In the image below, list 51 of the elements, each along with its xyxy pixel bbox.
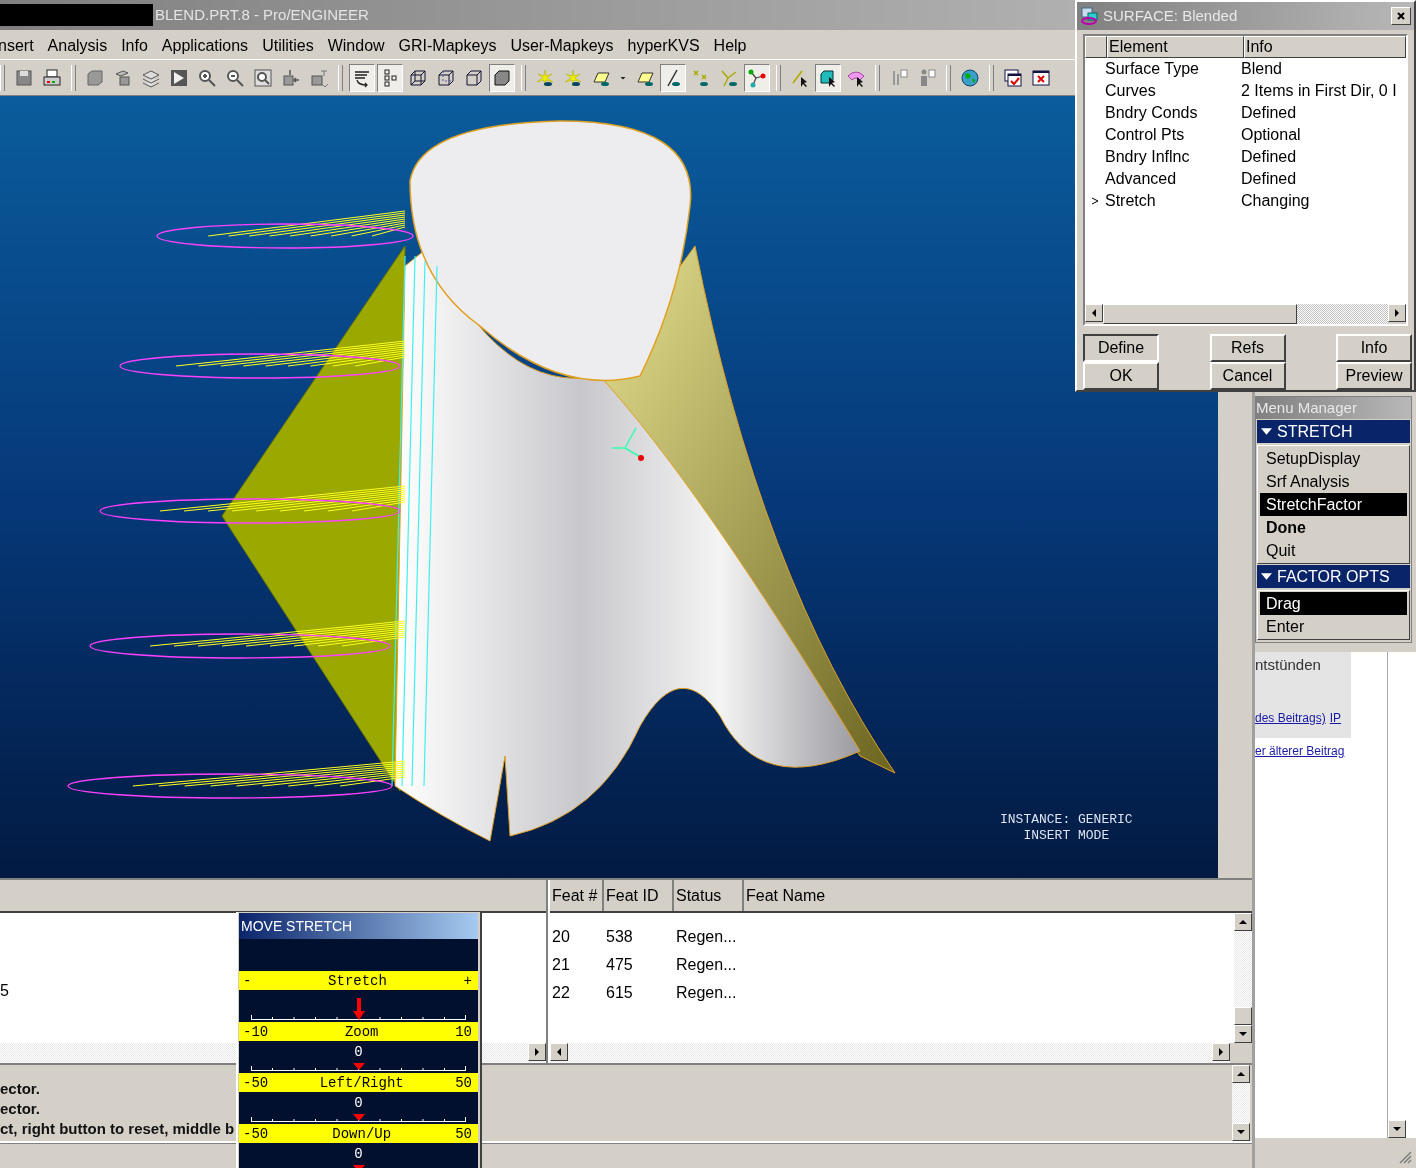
viewport-status-text: INSERT MODE xyxy=(1023,828,1110,845)
table-cell: 2 Items in First Dir, 0 I xyxy=(1241,81,1397,100)
section-title: STRETCH xyxy=(1277,422,1353,441)
viewport-status-text: INSTANCE: GENERIC xyxy=(1000,812,1133,829)
table-cell: Optional xyxy=(1241,125,1301,144)
slider-value: 0 xyxy=(354,1095,363,1111)
table-cell-text: Regen... xyxy=(676,928,738,947)
table-cell: Blend xyxy=(1241,59,1282,78)
slider-value: 0 xyxy=(354,1146,363,1162)
table-cell-text: Stretch xyxy=(1105,191,1157,210)
dialog-title: SURFACE: Blended xyxy=(1103,7,1239,25)
window-title: BLEND.PRT.8 - Pro/ENGINEER xyxy=(154,6,369,24)
panel-title: Menu Manager xyxy=(1256,397,1411,419)
slider-min-label: - xyxy=(243,972,252,989)
table-cell-text: Regen... xyxy=(676,984,738,1003)
panel-title: MOVE STRETCH xyxy=(239,913,478,939)
slider-max-label: + xyxy=(463,972,472,989)
slider-max-label: 50 xyxy=(455,1074,472,1091)
column-header: Info xyxy=(1244,35,1406,58)
section-title: FACTOR OPTS xyxy=(1277,567,1390,586)
table-cell: Defined xyxy=(1241,169,1297,188)
message-line: ct, right button to reset, middle b xyxy=(0,1119,235,1140)
table-cell-text: Bndry Inflnc xyxy=(1105,147,1191,166)
column-header: Element xyxy=(1107,35,1244,58)
table-cell-text: 21 xyxy=(551,956,571,975)
slider-label: Left/Right xyxy=(319,1074,404,1091)
slider-min-label: -50 xyxy=(243,1074,269,1091)
table-cell-text: Bndry Conds xyxy=(1105,103,1199,122)
slider-min-label: -10 xyxy=(243,1023,269,1040)
table-cell: Defined xyxy=(1241,103,1297,122)
message-line: ector. xyxy=(0,1099,41,1120)
table-cell-text: Control Pts xyxy=(1105,125,1186,144)
table-cell-text: Advanced xyxy=(1105,169,1178,188)
table-cell: Changing xyxy=(1241,191,1310,210)
table-cell-text: 22 xyxy=(551,984,571,1003)
slider-max-label: 10 xyxy=(455,1023,472,1040)
table-cell-text: 615 xyxy=(606,984,634,1003)
slider-value: 0 xyxy=(354,1044,363,1060)
slider-label: Down/Up xyxy=(332,1125,392,1142)
slider-min-label: -50 xyxy=(243,1125,269,1142)
table-cell-text: Surface Type xyxy=(1105,59,1200,78)
slider-label: Zoom xyxy=(344,1023,379,1040)
table-cell-text: Regen... xyxy=(676,956,738,975)
slider-label: Stretch xyxy=(328,972,387,989)
table-cell-text: 20 xyxy=(551,928,571,947)
message-line: ector. xyxy=(0,1079,41,1100)
table-cell-text: 538 xyxy=(606,928,634,947)
page-text: ntstünden xyxy=(1255,656,1322,673)
table-cell: Defined xyxy=(1241,147,1297,166)
table-cell-text: 475 xyxy=(606,956,634,975)
slider-max-label: 50 xyxy=(455,1125,472,1142)
